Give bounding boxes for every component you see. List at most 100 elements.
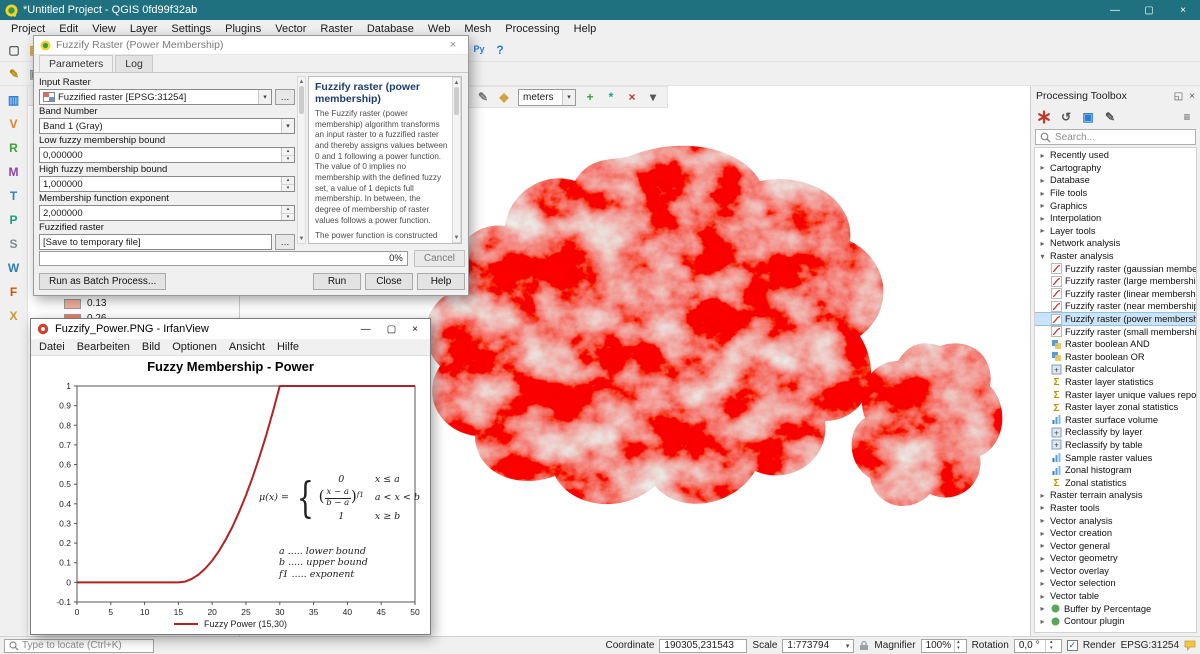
dialog-close-icon[interactable]: × [444,39,462,51]
irfanview-titlebar[interactable]: Fuzzify_Power.PNG - IrfanView — ▢ × [31,319,430,339]
tree-item-raster-boolean-and[interactable]: Raster boolean AND [1035,338,1196,351]
chevron-right-icon[interactable]: ▸ [1038,529,1047,538]
irfanview-menu-datei[interactable]: Datei [33,341,71,353]
tree-item-raster-surface-volume[interactable]: Raster surface volume [1035,413,1196,426]
toolbox-models-icon[interactable]: ▣ [1078,107,1098,127]
tree-item-raster-analysis[interactable]: ▾Raster analysis [1035,250,1196,263]
add-mesh-layer-icon[interactable]: M [4,162,24,182]
irfanview-menu-bearbeiten[interactable]: Bearbeiten [71,341,136,353]
run-as-batch-button[interactable]: Run as Batch Process... [39,273,166,290]
tree-item-interpolation[interactable]: ▸Interpolation [1035,212,1196,225]
scrollbar-thumb[interactable] [454,87,459,115]
tree-item-reclassify-by-table[interactable]: +Reclassify by table [1035,439,1196,452]
tree-item-vector-overlay[interactable]: ▸Vector overlay [1035,565,1196,578]
exponent-spinner[interactable]: 2,000000 ▴▾ [39,205,295,221]
tab-log[interactable]: Log [115,55,153,72]
units-combo[interactable]: meters▾ [518,89,576,106]
tree-item-vector-table[interactable]: ▸Vector table [1035,590,1196,603]
float-panel-icon[interactable]: ◱ [1174,91,1183,102]
render-checkbox[interactable]: ✓ [1067,640,1078,651]
add-xyz-layer-icon[interactable]: X [4,306,24,326]
menu-database[interactable]: Database [360,23,421,35]
advanced-digitizing-icon[interactable]: ◆ [494,87,514,107]
minimize-icon[interactable]: — [1098,0,1132,20]
tree-item-fuzzify-raster-gaussian-membership-[interactable]: Fuzzify raster (gaussian membership) [1035,262,1196,275]
coordinate-input[interactable]: 190305,231543 [659,639,747,653]
add-spatialite-layer-icon[interactable]: S [4,234,24,254]
tree-item-database[interactable]: ▸Database [1035,174,1196,187]
scroll-down-icon[interactable]: ▼ [454,233,460,242]
close-button[interactable]: Close [365,273,413,290]
add-wms-layer-icon[interactable]: W [4,258,24,278]
messages-icon[interactable] [1184,640,1196,651]
cancel-edits-icon[interactable]: × [622,87,642,107]
add-postgis-layer-icon[interactable]: P [4,210,24,230]
toolbox-history-icon[interactable]: ↺ [1056,107,1076,127]
snapping-icon[interactable]: + [580,87,600,107]
tree-item-fuzzify-raster-near-membership-[interactable]: Fuzzify raster (near membership) [1035,300,1196,313]
chevron-right-icon[interactable]: ▸ [1038,516,1047,525]
close-icon[interactable]: × [1166,0,1200,20]
tree-item-fuzzify-raster-large-membership-[interactable]: Fuzzify raster (large membership) [1035,275,1196,288]
menu-mesh[interactable]: Mesh [457,23,498,35]
data-source-manager-icon[interactable]: ▥ [4,90,24,110]
menu-plugins[interactable]: Plugins [218,23,268,35]
python-console-icon[interactable]: Py [469,40,489,60]
spinner-arrows-icon[interactable]: ▴▾ [281,177,294,191]
irfanview-menu-ansicht[interactable]: Ansicht [223,341,271,353]
toolbox-options-icon[interactable]: ≡ [1177,107,1197,127]
scroll-up-icon[interactable]: ▲ [299,77,305,86]
tree-item-vector-geometry[interactable]: ▸Vector geometry [1035,552,1196,565]
chevron-right-icon[interactable]: ▸ [1038,151,1047,160]
close-icon[interactable]: × [412,324,418,335]
tree-item-file-tools[interactable]: ▸File tools [1035,187,1196,200]
toolbox-gear-icon[interactable] [1034,107,1054,127]
chevron-right-icon[interactable]: ▸ [1038,554,1047,563]
help-scrollbar[interactable]: ▲ ▼ [452,77,461,243]
help-icon[interactable]: ? [490,40,510,60]
chevron-down-icon[interactable]: ▾ [1038,252,1047,261]
menu-project[interactable]: Project [4,23,52,35]
tree-item-cartography[interactable]: ▸Cartography [1035,162,1196,175]
menu-settings[interactable]: Settings [164,23,218,35]
scroll-up-icon[interactable]: ▲ [454,78,460,87]
dialog-titlebar[interactable]: Fuzzify Raster (Power Membership) × [34,36,468,55]
high-bound-spinner[interactable]: 1,000000 ▴▾ [39,176,295,192]
chevron-right-icon[interactable]: ▸ [1038,226,1047,235]
tree-item-vector-selection[interactable]: ▸Vector selection [1035,577,1196,590]
spinner-arrows-icon[interactable]: ▴▾ [1045,640,1057,652]
tree-item-zonal-histogram[interactable]: Zonal histogram [1035,464,1196,477]
tree-item-fuzzify-raster-power-membership-[interactable]: Fuzzify raster (power membership) [1035,313,1196,326]
irfanview-menu-optionen[interactable]: Optionen [166,341,223,353]
irfanview-menu-hilfe[interactable]: Hilfe [271,341,305,353]
maximize-icon[interactable]: ▢ [1132,0,1166,20]
maximize-icon[interactable]: ▢ [387,324,396,335]
tree-item-raster-calculator[interactable]: +Raster calculator [1035,363,1196,376]
chevron-right-icon[interactable]: ▸ [1038,579,1047,588]
add-vector-layer-icon[interactable]: V [4,114,24,134]
toolbox-search-input[interactable]: Search... [1035,129,1196,145]
scale-combo[interactable]: 1:773794▾ [782,639,854,653]
tree-item-recently-used[interactable]: ▸Recently used [1035,149,1196,162]
tree-item-vector-general[interactable]: ▸Vector general [1035,539,1196,552]
toggle-editing-icon[interactable]: ✎ [4,64,24,84]
menu-edit[interactable]: Edit [52,23,85,35]
tree-item-buffer-by-percentage[interactable]: ▸Buffer by Percentage [1035,602,1196,615]
tree-item-network-analysis[interactable]: ▸Network analysis [1035,237,1196,250]
tree-item-raster-layer-zonal-statistics[interactable]: ΣRaster layer zonal statistics [1035,401,1196,414]
spinner-arrows-icon[interactable]: ▴▾ [954,640,961,652]
chevron-right-icon[interactable]: ▸ [1038,163,1047,172]
tree-item-raster-terrain-analysis[interactable]: ▸Raster terrain analysis [1035,489,1196,502]
chevron-right-icon[interactable]: ▸ [1038,541,1047,550]
tree-item-sample-raster-values[interactable]: Sample raster values [1035,451,1196,464]
output-raster-browse-button[interactable]: … [275,234,295,250]
chevron-right-icon[interactable]: ▸ [1038,239,1047,248]
chevron-right-icon[interactable]: ▸ [1038,201,1047,210]
tree-item-raster-layer-unique-values-report[interactable]: ΣRaster layer unique values report [1035,388,1196,401]
tree-item-raster-boolean-or[interactable]: Raster boolean OR [1035,351,1196,364]
irfanview-menu-bild[interactable]: Bild [136,341,166,353]
tree-item-raster-layer-statistics[interactable]: ΣRaster layer statistics [1035,376,1196,389]
chevron-right-icon[interactable]: ▸ [1038,491,1047,500]
output-raster-input[interactable]: [Save to temporary file] [39,234,272,250]
close-panel-icon[interactable]: × [1189,91,1195,102]
